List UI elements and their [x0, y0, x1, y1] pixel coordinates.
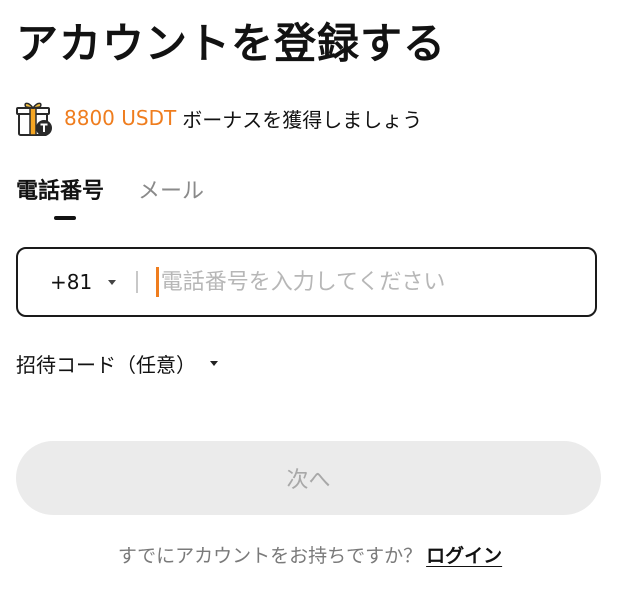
- signup-method-tabs: 電話番号 メール: [16, 172, 204, 224]
- referral-code-label: 招待コード（任意）: [16, 352, 196, 377]
- page-title: アカウントを登録する: [16, 19, 447, 68]
- field-divider: [136, 271, 138, 293]
- phone-number-input[interactable]: [160, 269, 501, 295]
- country-code-selector[interactable]: +81: [50, 270, 117, 294]
- bonus-text: ボーナスを獲得しましょう: [182, 107, 423, 132]
- referral-code-toggle[interactable]: 招待コード（任意）: [16, 345, 218, 381]
- phone-field: +81: [16, 247, 597, 317]
- text-cursor: [155, 267, 159, 297]
- tab-phone[interactable]: 電話番号: [16, 172, 104, 224]
- next-button-label: 次へ: [286, 468, 331, 493]
- chevron-down-icon: [108, 279, 117, 285]
- next-button[interactable]: 次へ: [16, 441, 601, 515]
- chevron-down-icon: [210, 360, 218, 366]
- active-tab-indicator: [54, 216, 76, 220]
- gift-box-icon: [16, 99, 54, 137]
- login-link[interactable]: ログイン: [426, 545, 502, 567]
- tab-phone-label: 電話番号: [16, 179, 105, 204]
- bonus-banner: 8800 USDT ボーナスを獲得しましょう: [16, 98, 422, 138]
- bonus-amount: 8800 USDT: [64, 106, 177, 130]
- login-prompt-text: すでにアカウントをお持ちですか？: [117, 545, 423, 567]
- country-code-value: +81: [50, 270, 93, 294]
- tab-email-label: メール: [138, 179, 205, 204]
- tab-email[interactable]: メール: [138, 172, 204, 224]
- login-prompt-line: すでにアカウントをお持ちですか？ ログイン: [0, 539, 620, 573]
